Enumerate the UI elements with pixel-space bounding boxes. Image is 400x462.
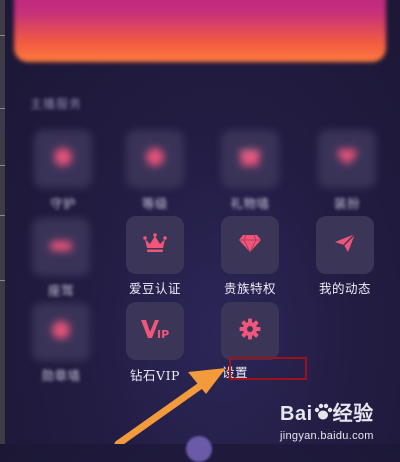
idol-cert-tile[interactable]: [126, 216, 184, 274]
gift-wall-label: 礼物墙: [230, 196, 270, 211]
diamond-vip-tile[interactable]: IP: [126, 302, 184, 360]
gift-box-icon: [239, 147, 261, 171]
watermark-brand-suffix: 经验: [332, 403, 374, 425]
edge-tick: [0, 280, 5, 281]
edge-tick: [0, 108, 5, 109]
level-tile[interactable]: [126, 130, 184, 188]
medal-icon: [50, 319, 72, 345]
bottom-nav-bubble[interactable]: [186, 436, 212, 462]
section-title: 主播服务: [30, 97, 83, 111]
level-label: 等级: [141, 196, 168, 211]
edge-tick: [0, 165, 5, 166]
noble-privilege-tile[interactable]: [221, 216, 279, 274]
promo-banner[interactable]: [14, 0, 386, 62]
diamond-vip-label: 钻石VIP: [130, 368, 180, 383]
settings-tile[interactable]: [221, 302, 279, 360]
left-edge-strip: [0, 0, 5, 444]
gear-icon: [238, 317, 262, 345]
heart-dress-icon: [336, 147, 358, 171]
edge-tick: [0, 215, 5, 216]
car-icon: [49, 237, 73, 257]
crown-icon: [143, 233, 167, 257]
medal-wall-label: 勋章墙: [41, 368, 81, 383]
medal-wall-tile[interactable]: [32, 303, 90, 361]
watermark-url: jingyan.baidu.com: [280, 429, 374, 442]
settings-highlight-box: [229, 357, 307, 380]
guard-label: 守护: [49, 196, 76, 211]
car-tile[interactable]: [32, 218, 90, 276]
vip-icon: IP: [140, 317, 170, 345]
guard-tile[interactable]: [34, 130, 92, 188]
diamond-icon: [238, 233, 262, 257]
noble-privilege-label: 贵族特权: [223, 281, 276, 296]
dress-up-tile[interactable]: [318, 130, 376, 188]
shield-icon: [52, 146, 74, 172]
level-icon: [144, 146, 166, 172]
car-label: 座驾: [47, 283, 74, 298]
edge-tick: [0, 35, 5, 36]
my-moments-label: 我的动态: [318, 281, 371, 296]
idol-cert-label: 爱豆认证: [128, 281, 181, 296]
baidu-watermark: Bai 经验 jingyan.baidu.com: [280, 397, 374, 442]
gift-wall-tile[interactable]: [221, 130, 279, 188]
my-moments-tile[interactable]: [316, 216, 374, 274]
paper-plane-icon: [333, 232, 357, 258]
svg-text:IP: IP: [157, 328, 169, 341]
watermark-brand: Bai: [280, 403, 313, 425]
dress-up-label: 装扮: [333, 196, 360, 211]
baidu-paw-icon: [313, 402, 333, 428]
